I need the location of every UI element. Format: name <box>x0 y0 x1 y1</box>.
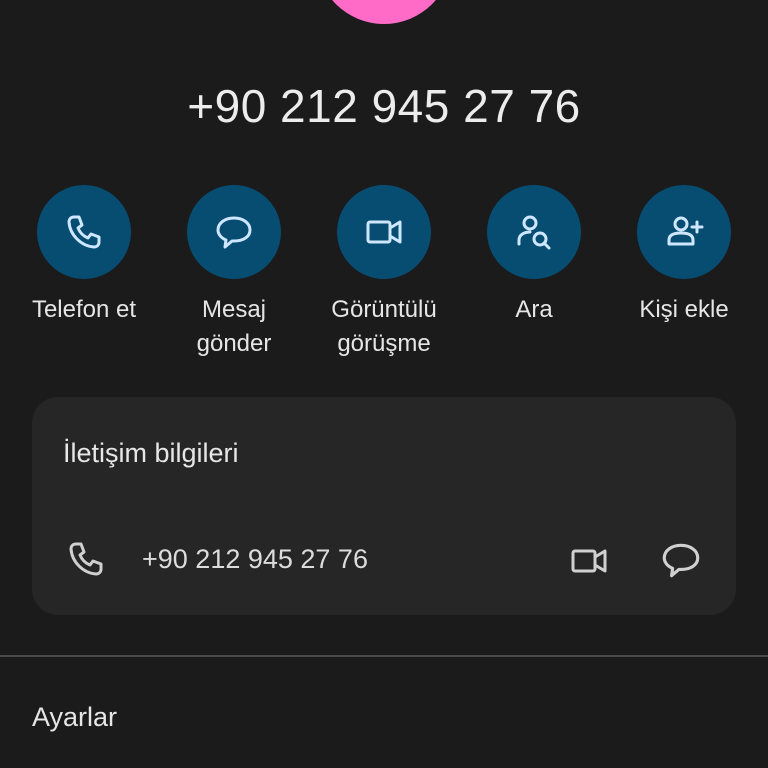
message-icon <box>216 216 252 249</box>
contact-info-phone-number[interactable]: +90 212 945 27 76 <box>142 541 368 577</box>
video-icon <box>366 220 402 244</box>
search-action[interactable]: Ara <box>459 185 609 327</box>
call-button[interactable] <box>37 185 131 279</box>
message-label: Mesaj gönder <box>196 296 272 357</box>
settings-label[interactable]: Ayarlar <box>32 699 117 735</box>
message-icon[interactable] <box>658 537 704 583</box>
contact-info-title: İletişim bilgileri <box>63 438 239 468</box>
video-call-label: Görüntülü görüşme <box>331 296 437 357</box>
phone-icon <box>67 215 101 249</box>
call-action[interactable]: Telefon et <box>9 185 159 327</box>
call-label: Telefon et <box>31 296 137 323</box>
phone-icon[interactable] <box>64 537 108 581</box>
add-contact-action[interactable]: Kişi ekle <box>609 185 759 327</box>
contact-info-card: İletişim bilgileri +90 212 945 27 76 <box>32 397 736 615</box>
contact-phone-number: +90 212 945 27 76 <box>187 80 581 132</box>
video-icon[interactable] <box>567 539 611 583</box>
video-call-action[interactable]: Görüntülü görüşme <box>309 185 459 361</box>
person-search-icon <box>517 215 551 250</box>
divider <box>0 655 768 657</box>
search-button[interactable] <box>487 185 581 279</box>
message-action[interactable]: Mesaj gönder <box>159 185 309 361</box>
avatar <box>316 0 452 24</box>
video-call-button[interactable] <box>337 185 431 279</box>
search-label: Ara <box>515 296 553 323</box>
person-add-icon <box>667 216 704 246</box>
add-contact-button[interactable] <box>637 185 731 279</box>
add-contact-label: Kişi ekle <box>639 296 729 323</box>
message-button[interactable] <box>187 185 281 279</box>
